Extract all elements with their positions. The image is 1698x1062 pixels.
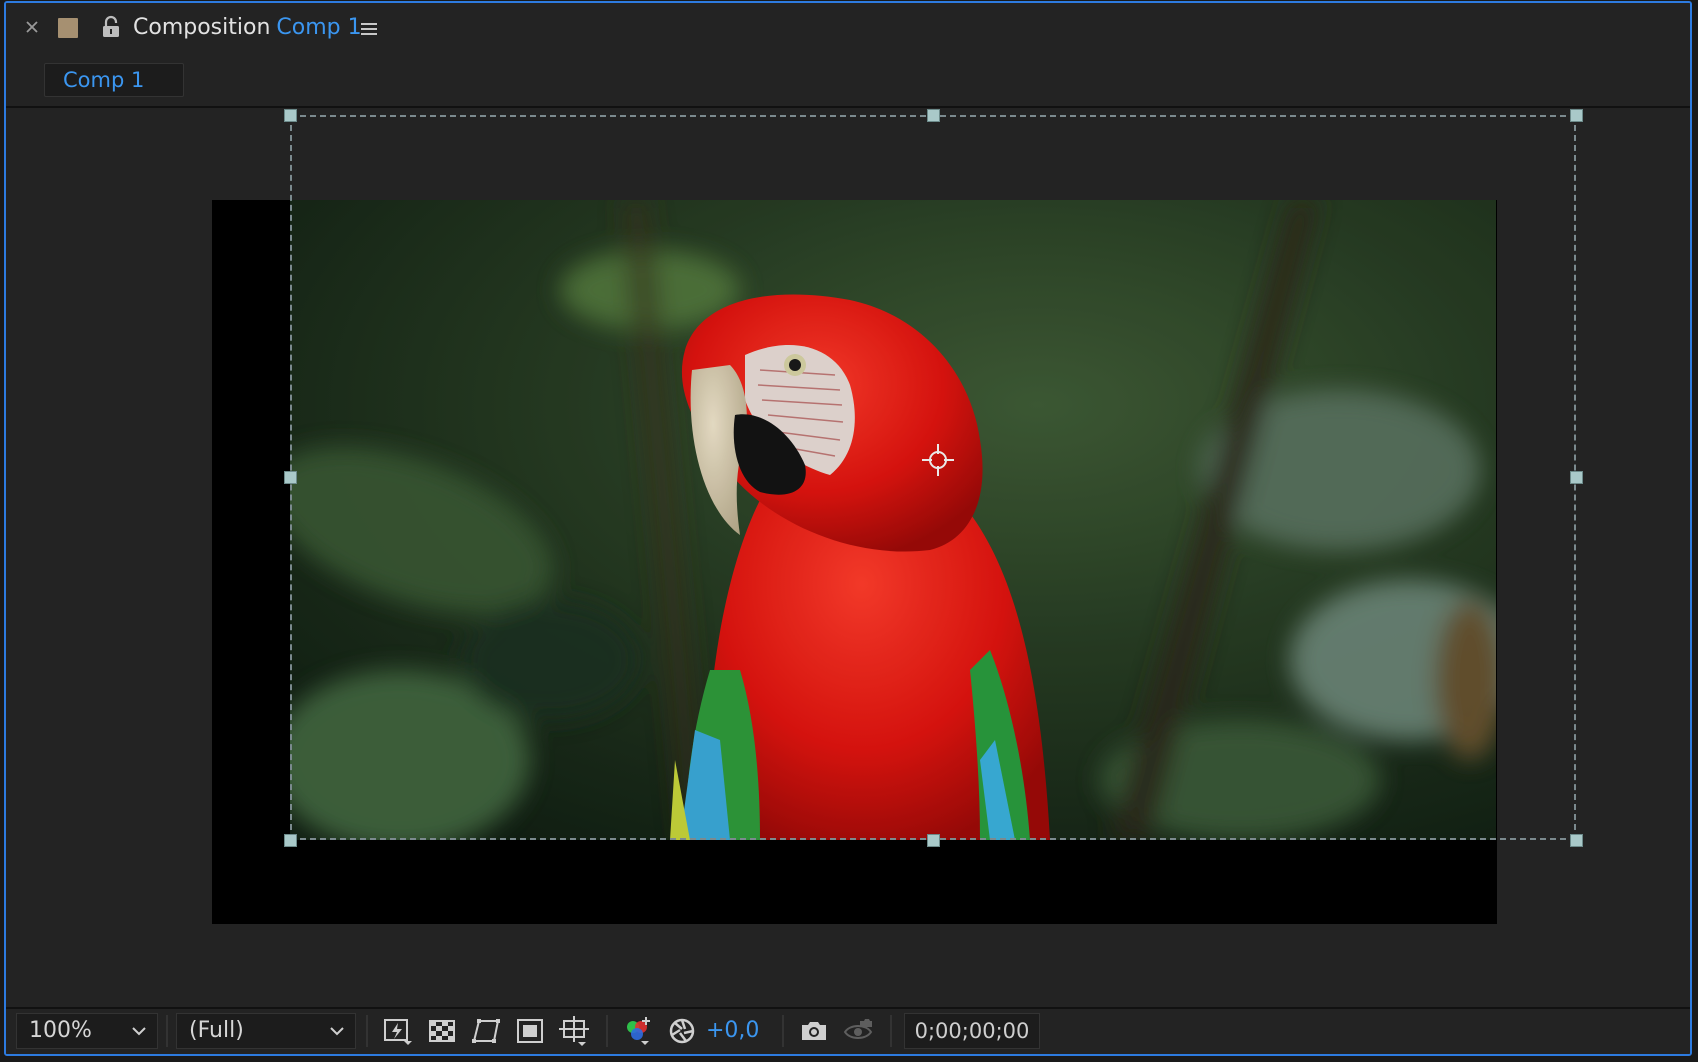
handle-top-center[interactable] bbox=[927, 109, 940, 122]
region-of-interest-icon[interactable] bbox=[514, 1015, 546, 1047]
chevron-down-icon bbox=[132, 1027, 146, 1036]
channel-rgb-icon[interactable] bbox=[622, 1015, 654, 1047]
show-snapshot-icon[interactable] bbox=[842, 1015, 874, 1047]
comp-name: Comp 1 bbox=[276, 15, 362, 40]
toolbar-divider bbox=[606, 1015, 608, 1047]
transparency-grid-icon[interactable] bbox=[426, 1015, 458, 1047]
anchor-point-icon[interactable] bbox=[920, 442, 956, 478]
comp-tab-row: Comp 1 bbox=[6, 55, 1690, 108]
handle-middle-right[interactable] bbox=[1570, 471, 1583, 484]
label-color-swatch[interactable] bbox=[58, 18, 78, 38]
chevron-down-icon bbox=[330, 1027, 344, 1036]
toolbar-divider bbox=[890, 1015, 892, 1047]
handle-bottom-right[interactable] bbox=[1570, 834, 1583, 847]
handle-top-left[interactable] bbox=[284, 109, 297, 122]
macaw-footage[interactable] bbox=[290, 200, 1496, 840]
resolution-value: (Full) bbox=[189, 1018, 244, 1043]
panel-header: Composition Comp 1 bbox=[6, 3, 1690, 55]
toolbar-divider bbox=[166, 1015, 168, 1047]
panel-title: Composition Comp 1 bbox=[133, 15, 362, 40]
lock-icon[interactable] bbox=[100, 15, 122, 39]
toolbar-divider bbox=[782, 1015, 784, 1047]
exposure-value[interactable]: +0,0 bbox=[706, 1013, 759, 1049]
handle-middle-left[interactable] bbox=[284, 471, 297, 484]
handle-bottom-left[interactable] bbox=[284, 834, 297, 847]
close-icon[interactable] bbox=[22, 17, 42, 37]
snapshot-camera-icon[interactable] bbox=[798, 1015, 830, 1047]
magnification-dropdown[interactable]: 100% bbox=[16, 1013, 158, 1049]
composition-viewer[interactable] bbox=[6, 108, 1690, 1013]
current-time-display[interactable]: 0;00;00;00 bbox=[904, 1013, 1040, 1049]
fast-previews-icon[interactable] bbox=[382, 1015, 414, 1047]
tab-comp-1[interactable]: Comp 1 bbox=[44, 63, 184, 97]
composition-panel: Composition Comp 1 Comp 1 100% (Full) +0… bbox=[4, 1, 1692, 1056]
panel-label: Composition bbox=[133, 15, 271, 40]
viewer-toolbar: 100% (Full) +0,0 0;00;00;00 bbox=[6, 1007, 1690, 1054]
toolbar-divider bbox=[366, 1015, 368, 1047]
reset-exposure-icon[interactable] bbox=[666, 1015, 698, 1047]
magnification-value: 100% bbox=[29, 1018, 92, 1043]
grid-guides-icon[interactable] bbox=[558, 1015, 590, 1047]
hamburger-menu-icon[interactable] bbox=[358, 19, 380, 39]
resolution-dropdown[interactable]: (Full) bbox=[176, 1013, 356, 1049]
handle-top-right[interactable] bbox=[1570, 109, 1583, 122]
mask-visibility-icon[interactable] bbox=[470, 1015, 502, 1047]
handle-bottom-center[interactable] bbox=[927, 834, 940, 847]
